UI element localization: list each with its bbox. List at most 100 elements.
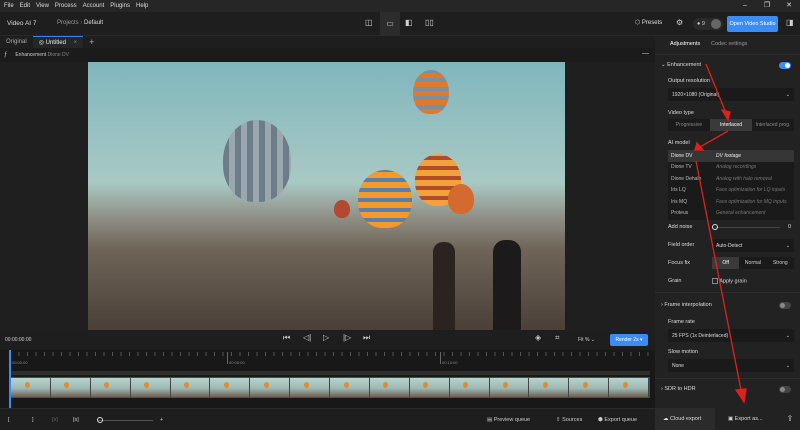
compare-icon[interactable]: ◫ bbox=[365, 18, 373, 27]
split-view-icon[interactable]: ◧ bbox=[405, 18, 413, 27]
filmstrip[interactable] bbox=[10, 377, 650, 398]
close-icon[interactable]: ✕ bbox=[778, 0, 800, 12]
trim-track[interactable] bbox=[10, 371, 650, 375]
model-option-dione-dv[interactable]: Dione DV DV footage bbox=[668, 150, 794, 162]
add-noise-value: 0 bbox=[788, 224, 792, 230]
render-button[interactable]: Render 2s ▾ bbox=[610, 334, 648, 346]
more-icon[interactable]: — bbox=[642, 50, 649, 57]
model-option-iris-mq[interactable]: Iris MQ Face optimization for MQ inputs bbox=[668, 196, 794, 208]
balloon-image bbox=[334, 200, 350, 218]
slow-motion-value: None bbox=[672, 362, 684, 369]
ai-model-list[interactable]: Dione DV DV footage Dione TV Analog record… bbox=[668, 150, 794, 220]
share-icon[interactable]: ⇪ bbox=[780, 408, 800, 430]
skip-start-icon[interactable]: ⏮ bbox=[283, 333, 290, 343]
menu-view[interactable]: View bbox=[36, 3, 49, 9]
avatar[interactable] bbox=[711, 19, 721, 29]
mark-out-icon[interactable]: ] bbox=[32, 417, 34, 423]
presets-button[interactable]: ⬡ Presets bbox=[635, 19, 662, 26]
clear-marks-icon[interactable]: [x] bbox=[52, 417, 58, 423]
tab-original[interactable]: Original bbox=[0, 36, 33, 48]
play-icon[interactable]: ▷ bbox=[323, 333, 329, 342]
zoom-slider[interactable] bbox=[98, 420, 153, 421]
cloud-export-label: Cloud export bbox=[670, 416, 702, 422]
tab-bar: Original ◎ Untitled × + bbox=[0, 36, 655, 48]
model-option-iris-lq[interactable]: Iris LQ Face optimization for LQ inputs bbox=[668, 185, 794, 197]
enhancement-crumb-label[interactable]: Enhancement bbox=[15, 52, 46, 58]
preview-queue-button[interactable]: ▤ Preview queue bbox=[487, 417, 530, 423]
frame-interpolation-toggle[interactable] bbox=[779, 302, 791, 309]
zoom-value: Fit % bbox=[578, 337, 590, 343]
add-noise-handle[interactable] bbox=[712, 224, 718, 230]
field-order-select[interactable]: Auto-Detect ⌄ bbox=[712, 239, 794, 252]
select-range-icon[interactable]: [s] bbox=[73, 417, 79, 423]
video-preview[interactable] bbox=[88, 62, 565, 330]
tab-adjustments[interactable]: Adjustments bbox=[670, 41, 700, 47]
enhancement-section-header[interactable]: ⌄ Enhancement bbox=[661, 62, 701, 68]
slow-motion-select[interactable]: None ⌄ bbox=[668, 359, 794, 372]
sdr-to-hdr-header[interactable]: › SDR to HDR bbox=[661, 386, 696, 392]
video-type-progressive[interactable]: Progressive bbox=[668, 119, 710, 131]
single-view-icon[interactable]: ▭ bbox=[380, 12, 400, 36]
menu-help[interactable]: Help bbox=[136, 3, 148, 9]
sdr-to-hdr-toggle[interactable] bbox=[779, 386, 791, 393]
tab-codec-settings[interactable]: Codec settings bbox=[711, 41, 747, 47]
restore-icon[interactable]: ❐ bbox=[756, 0, 778, 12]
cloud-export-button[interactable]: ☁ Cloud export bbox=[655, 408, 715, 430]
close-tab-icon[interactable]: × bbox=[74, 40, 78, 46]
focus-fix-strong[interactable]: Strong bbox=[767, 257, 794, 269]
frame-rate-select[interactable]: 25 FPS (1x Deinterlaced) ⌄ bbox=[668, 329, 794, 342]
playhead[interactable] bbox=[9, 350, 11, 408]
project-icon: ◎ bbox=[38, 40, 44, 46]
output-resolution-label: Output resolution bbox=[668, 78, 710, 84]
frame-interpolation-header[interactable]: › Frame interpolation bbox=[661, 302, 712, 308]
panel-toggle-icon[interactable]: ◨ bbox=[786, 18, 794, 27]
output-resolution-select[interactable]: 1920×1080 (Original) ⌄ bbox=[668, 88, 794, 101]
menu-process[interactable]: Process bbox=[55, 3, 77, 9]
crop-icon[interactable]: ⌗ bbox=[555, 333, 560, 343]
tab-untitled[interactable]: ◎ Untitled × bbox=[32, 36, 84, 48]
model-option-proteus[interactable]: Proteus General enhancement bbox=[668, 208, 794, 220]
timeline[interactable]: 00:00:00 00:05:00 00:10:00 bbox=[0, 350, 655, 408]
add-noise-slider[interactable] bbox=[715, 227, 780, 228]
menu-file[interactable]: File bbox=[4, 3, 14, 9]
breadcrumb-projects[interactable]: Projects bbox=[57, 20, 79, 26]
major-tick bbox=[440, 352, 441, 364]
step-forward-icon[interactable]: |▷ bbox=[343, 333, 351, 342]
render-label: Render 2s bbox=[615, 337, 639, 343]
sources-button[interactable]: ⇧ Sources bbox=[556, 417, 582, 423]
model-option-dione-tv[interactable]: Dione TV Analog recordings bbox=[668, 162, 794, 174]
new-tab-icon[interactable]: + bbox=[83, 36, 100, 48]
zoom-in-icon[interactable]: + bbox=[160, 417, 163, 423]
export-queue-button[interactable]: ⬢ Export queue bbox=[598, 417, 637, 423]
playback-controls: 00:00:00:00 ⏮ ◁| ▷ |▷ ⏭ ◈ ⌗ Fit % ⌄ Rend… bbox=[0, 330, 655, 350]
settings-gear-icon[interactable]: ⚙ bbox=[676, 18, 683, 27]
video-type-interlaced[interactable]: Interlaced bbox=[710, 119, 752, 131]
frame-rate-label: Frame rate bbox=[668, 319, 695, 325]
enhancement-toggle[interactable] bbox=[779, 62, 791, 69]
menu-edit[interactable]: Edit bbox=[20, 3, 30, 9]
focus-fix-off[interactable]: Off bbox=[712, 257, 740, 269]
filter-icon[interactable]: ƒ bbox=[4, 52, 7, 58]
focus-fix-normal[interactable]: Normal bbox=[739, 257, 766, 269]
minimize-icon[interactable]: – bbox=[734, 0, 756, 12]
model-option-dione-dehalo[interactable]: Dione Dehalo Analog with halo removal bbox=[668, 173, 794, 185]
side-by-side-icon[interactable]: ▯▯ bbox=[425, 18, 434, 27]
audio-icon[interactable]: ◈ bbox=[535, 333, 541, 342]
step-back-icon[interactable]: ◁| bbox=[303, 333, 311, 342]
export-as-button[interactable]: ▣ Export as... bbox=[715, 408, 780, 430]
bottom-bar: [ ] [x] [s] + ▤ Preview queue ⇧ Sources … bbox=[0, 408, 655, 430]
divider bbox=[655, 292, 800, 293]
menu-account[interactable]: Account bbox=[83, 3, 105, 9]
zoom-slider-handle[interactable] bbox=[97, 417, 103, 423]
app-version: 7 bbox=[32, 20, 37, 27]
model-name: Proteus bbox=[671, 210, 689, 217]
skip-end-icon[interactable]: ⏭ bbox=[363, 333, 370, 343]
model-desc: Analog recordings bbox=[716, 164, 757, 171]
apply-grain-checkbox[interactable]: Apply grain bbox=[712, 278, 747, 284]
mark-in-icon[interactable]: [ bbox=[8, 417, 10, 423]
menu-plugins[interactable]: Plugins bbox=[110, 3, 130, 9]
video-type-interlaced-prog[interactable]: Interlaced prog. bbox=[752, 119, 794, 131]
zoom-dropdown[interactable]: Fit % ⌄ bbox=[578, 337, 595, 343]
open-video-studio-button[interactable]: Open Video Studio bbox=[727, 16, 778, 32]
checkbox-icon bbox=[712, 278, 718, 284]
